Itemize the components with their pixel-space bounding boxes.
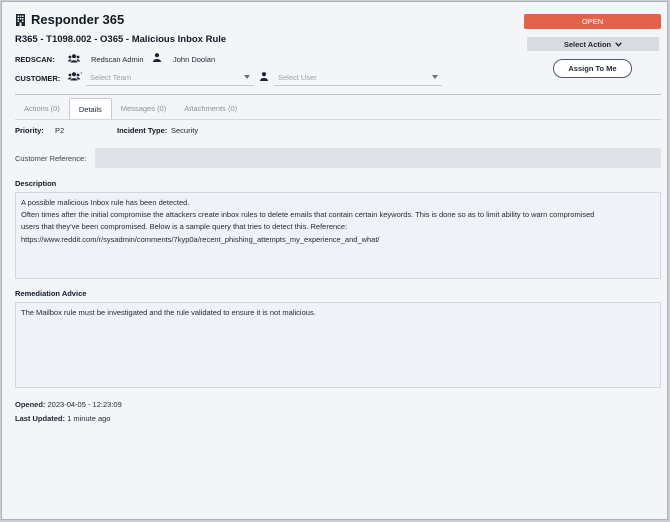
tab-bar: Actions (0) Details Messages (0) Attachm… — [15, 98, 246, 119]
responder-panel: Responder 365 R365 - T1098.002 - O365 - … — [1, 1, 668, 520]
select-team-placeholder: Select Team — [90, 72, 132, 82]
select-action-label: Select Action — [563, 39, 612, 49]
customer-label: CUSTOMER: — [15, 74, 61, 83]
building-icon — [15, 13, 26, 26]
chevron-down-icon — [615, 41, 622, 47]
redscan-user: John Doolan — [173, 55, 216, 64]
description-link[interactable]: https://www.reddit.com/r/sysadmin/commen… — [21, 234, 655, 246]
last-updated-row: Last Updated: 1 minute ago — [15, 414, 110, 423]
tab-underline — [15, 119, 661, 120]
select-user-dropdown[interactable]: Select User — [274, 69, 442, 86]
select-action-dropdown[interactable]: Select Action — [527, 37, 659, 51]
app-header: Responder 365 — [15, 12, 124, 27]
status-open-button[interactable]: OPEN — [524, 14, 661, 29]
description-line: A possible malicious Inbox rule has been… — [21, 198, 190, 207]
redscan-team: Redscan Admin — [91, 55, 144, 64]
tab-messages[interactable]: Messages (0) — [112, 98, 175, 119]
redscan-label: REDSCAN: — [15, 55, 55, 64]
tab-actions[interactable]: Actions (0) — [15, 98, 69, 119]
description-line: Often times after the initial compromise… — [21, 210, 595, 220]
caret-down-icon — [432, 75, 438, 79]
remediation-text: The Mailbox rule must be investigated an… — [15, 302, 661, 388]
case-title: R365 - T1098.002 - O365 - Malicious Inbo… — [15, 34, 227, 45]
opened-label: Opened: — [15, 400, 46, 409]
last-updated-value: 1 minute ago — [67, 414, 111, 423]
team-icon — [68, 54, 80, 63]
tab-details[interactable]: Details — [68, 98, 112, 119]
tab-attachments[interactable]: Attachments (0) — [175, 98, 246, 119]
description-label: Description — [15, 179, 57, 188]
user-icon — [260, 72, 268, 81]
description-text: A possible malicious Inbox rule has been… — [15, 192, 661, 279]
select-user-placeholder: Select User — [278, 72, 317, 82]
incident-type-label: Incident Type: — [117, 126, 168, 135]
incident-type-value: Security — [171, 126, 199, 135]
description-line: users that they've been compromised. Bel… — [21, 222, 348, 232]
user-icon — [153, 53, 161, 62]
caret-down-icon — [244, 75, 250, 79]
header-divider — [15, 94, 661, 95]
opened-value: 2023-04-05 - 12:23:09 — [47, 400, 122, 409]
customer-reference-field[interactable] — [95, 148, 661, 168]
app-title: Responder 365 — [31, 12, 125, 27]
svg-text:*: * — [80, 72, 82, 77]
priority-label: Priority: — [15, 126, 44, 135]
customer-reference-label: Customer Reference: — [15, 154, 87, 163]
last-updated-label: Last Updated: — [15, 414, 66, 423]
assign-to-me-button[interactable]: Assign To Me — [553, 59, 632, 78]
opened-row: Opened: 2023-04-05 - 12:23:09 — [15, 400, 122, 409]
team-icon: * — [68, 72, 82, 81]
remediation-label: Remediation Advice — [15, 289, 87, 298]
priority-value: P2 — [55, 126, 65, 135]
select-team-dropdown[interactable]: Select Team — [86, 69, 254, 86]
